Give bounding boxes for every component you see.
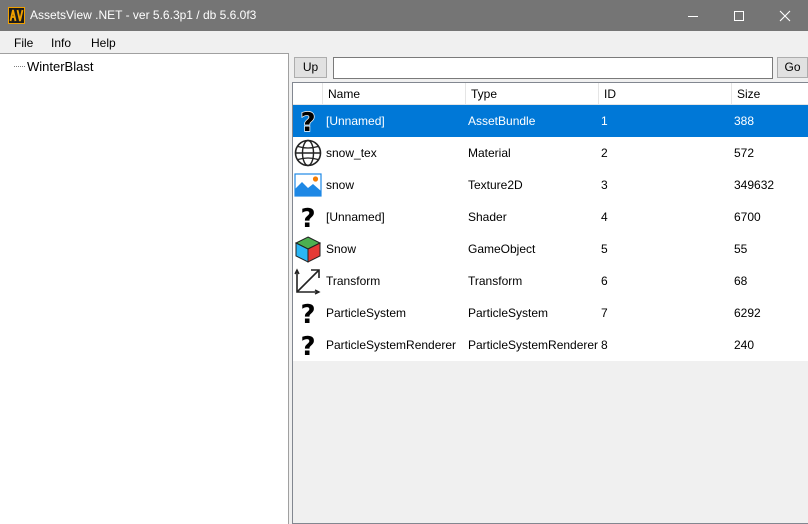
table-row[interactable]: ? [Unnamed] AssetBundle 1 388 [293, 105, 808, 137]
cell-size: 349632 [734, 178, 775, 192]
table-row[interactable]: Transform Transform 6 68 [293, 265, 808, 297]
svg-text:?: ? [300, 300, 315, 327]
cell-name: ParticleSystemRenderer [326, 338, 457, 352]
cell-name: ParticleSystem [326, 306, 407, 320]
window-title: AssetsView .NET - ver 5.6.3p1 / db 5.6.0… [30, 8, 257, 22]
svg-text:?: ? [300, 108, 315, 135]
cell-type: AssetBundle [468, 114, 536, 128]
question-icon: ? [300, 331, 316, 359]
close-button[interactable] [762, 0, 808, 31]
minimize-icon [688, 16, 698, 17]
cell-type: Material [468, 146, 511, 160]
cell-type: Shader [468, 210, 507, 224]
title-bar[interactable]: AssetsView .NET - ver 5.6.3p1 / db 5.6.0… [0, 0, 808, 31]
cell-name: snow_tex [326, 146, 377, 160]
cell-name: Transform [326, 274, 381, 288]
table-row[interactable]: ? ParticleSystem ParticleSystem 7 6292 [293, 297, 808, 329]
globe-icon [294, 139, 322, 167]
cell-id: 6 [601, 274, 608, 288]
cell-name: [Unnamed] [326, 210, 385, 224]
svg-text:?: ? [300, 204, 315, 231]
asset-list[interactable]: Name Type ID Size ? [Unnamed] AssetBundl… [292, 82, 808, 524]
up-button[interactable]: Up [294, 57, 327, 78]
cell-size: 572 [734, 146, 755, 160]
path-input[interactable] [333, 57, 773, 79]
table-row[interactable]: snow_tex Material 2 572 [293, 137, 808, 169]
tree-node-root[interactable]: WinterBlast [27, 59, 93, 74]
cell-size: 6292 [734, 306, 761, 320]
cube-icon [294, 236, 322, 263]
cell-size: 388 [734, 114, 755, 128]
cell-size: 240 [734, 338, 755, 352]
column-header-icon[interactable] [293, 83, 322, 105]
cell-type: GameObject [468, 242, 536, 256]
question-icon: ? [300, 107, 316, 135]
cell-id: 7 [601, 306, 608, 320]
maximize-button[interactable] [716, 0, 762, 31]
column-header-size[interactable]: Size [731, 83, 808, 105]
transform-arrows-icon [294, 268, 321, 295]
list-header: Name Type ID Size [293, 83, 808, 105]
go-button[interactable]: Go [777, 57, 808, 78]
cell-id: 5 [601, 242, 608, 256]
cell-size: 55 [734, 242, 748, 256]
menu-bar: File Info Help [0, 31, 808, 53]
cell-type: Transform [468, 274, 523, 288]
cell-id: 8 [601, 338, 608, 352]
table-row[interactable]: snow Texture2D 3 349632 [293, 169, 808, 201]
cell-size: 6700 [734, 210, 761, 224]
table-row[interactable]: Snow GameObject 5 55 [293, 233, 808, 265]
table-row[interactable]: ? ParticleSystemRenderer ParticleSystemR… [293, 329, 808, 361]
cell-id: 4 [601, 210, 608, 224]
cell-type: Texture2D [468, 178, 523, 192]
menu-info[interactable]: Info [51, 36, 71, 50]
svg-text:?: ? [300, 332, 315, 359]
cell-type: ParticleSystem [468, 306, 549, 320]
cell-id: 1 [601, 114, 608, 128]
menu-help[interactable]: Help [91, 36, 116, 50]
minimize-button[interactable] [670, 0, 716, 31]
image-icon [294, 173, 322, 197]
av-logo-icon [8, 7, 25, 24]
table-row[interactable]: ? [Unnamed] Shader 4 6700 [293, 201, 808, 233]
list-body: ? [Unnamed] AssetBundle 1 388 snow_tex M… [293, 105, 808, 361]
column-header-id[interactable]: ID [598, 83, 731, 105]
question-icon: ? [300, 203, 316, 231]
cell-id: 2 [601, 146, 608, 160]
tree-connector [14, 66, 25, 67]
cell-id: 3 [601, 178, 608, 192]
close-icon [779, 10, 791, 22]
cell-size: 68 [734, 274, 748, 288]
cell-name: Snow [326, 242, 357, 256]
question-icon: ? [300, 299, 316, 327]
cell-type: ParticleSystemRenderer [468, 338, 599, 352]
menu-file[interactable]: File [14, 36, 33, 50]
cell-name: [Unnamed] [326, 114, 385, 128]
cell-name: snow [326, 178, 355, 192]
tree-panel[interactable]: WinterBlast [0, 53, 289, 524]
column-header-type[interactable]: Type [465, 83, 598, 105]
column-header-name[interactable]: Name [322, 83, 465, 105]
maximize-icon [734, 11, 744, 21]
